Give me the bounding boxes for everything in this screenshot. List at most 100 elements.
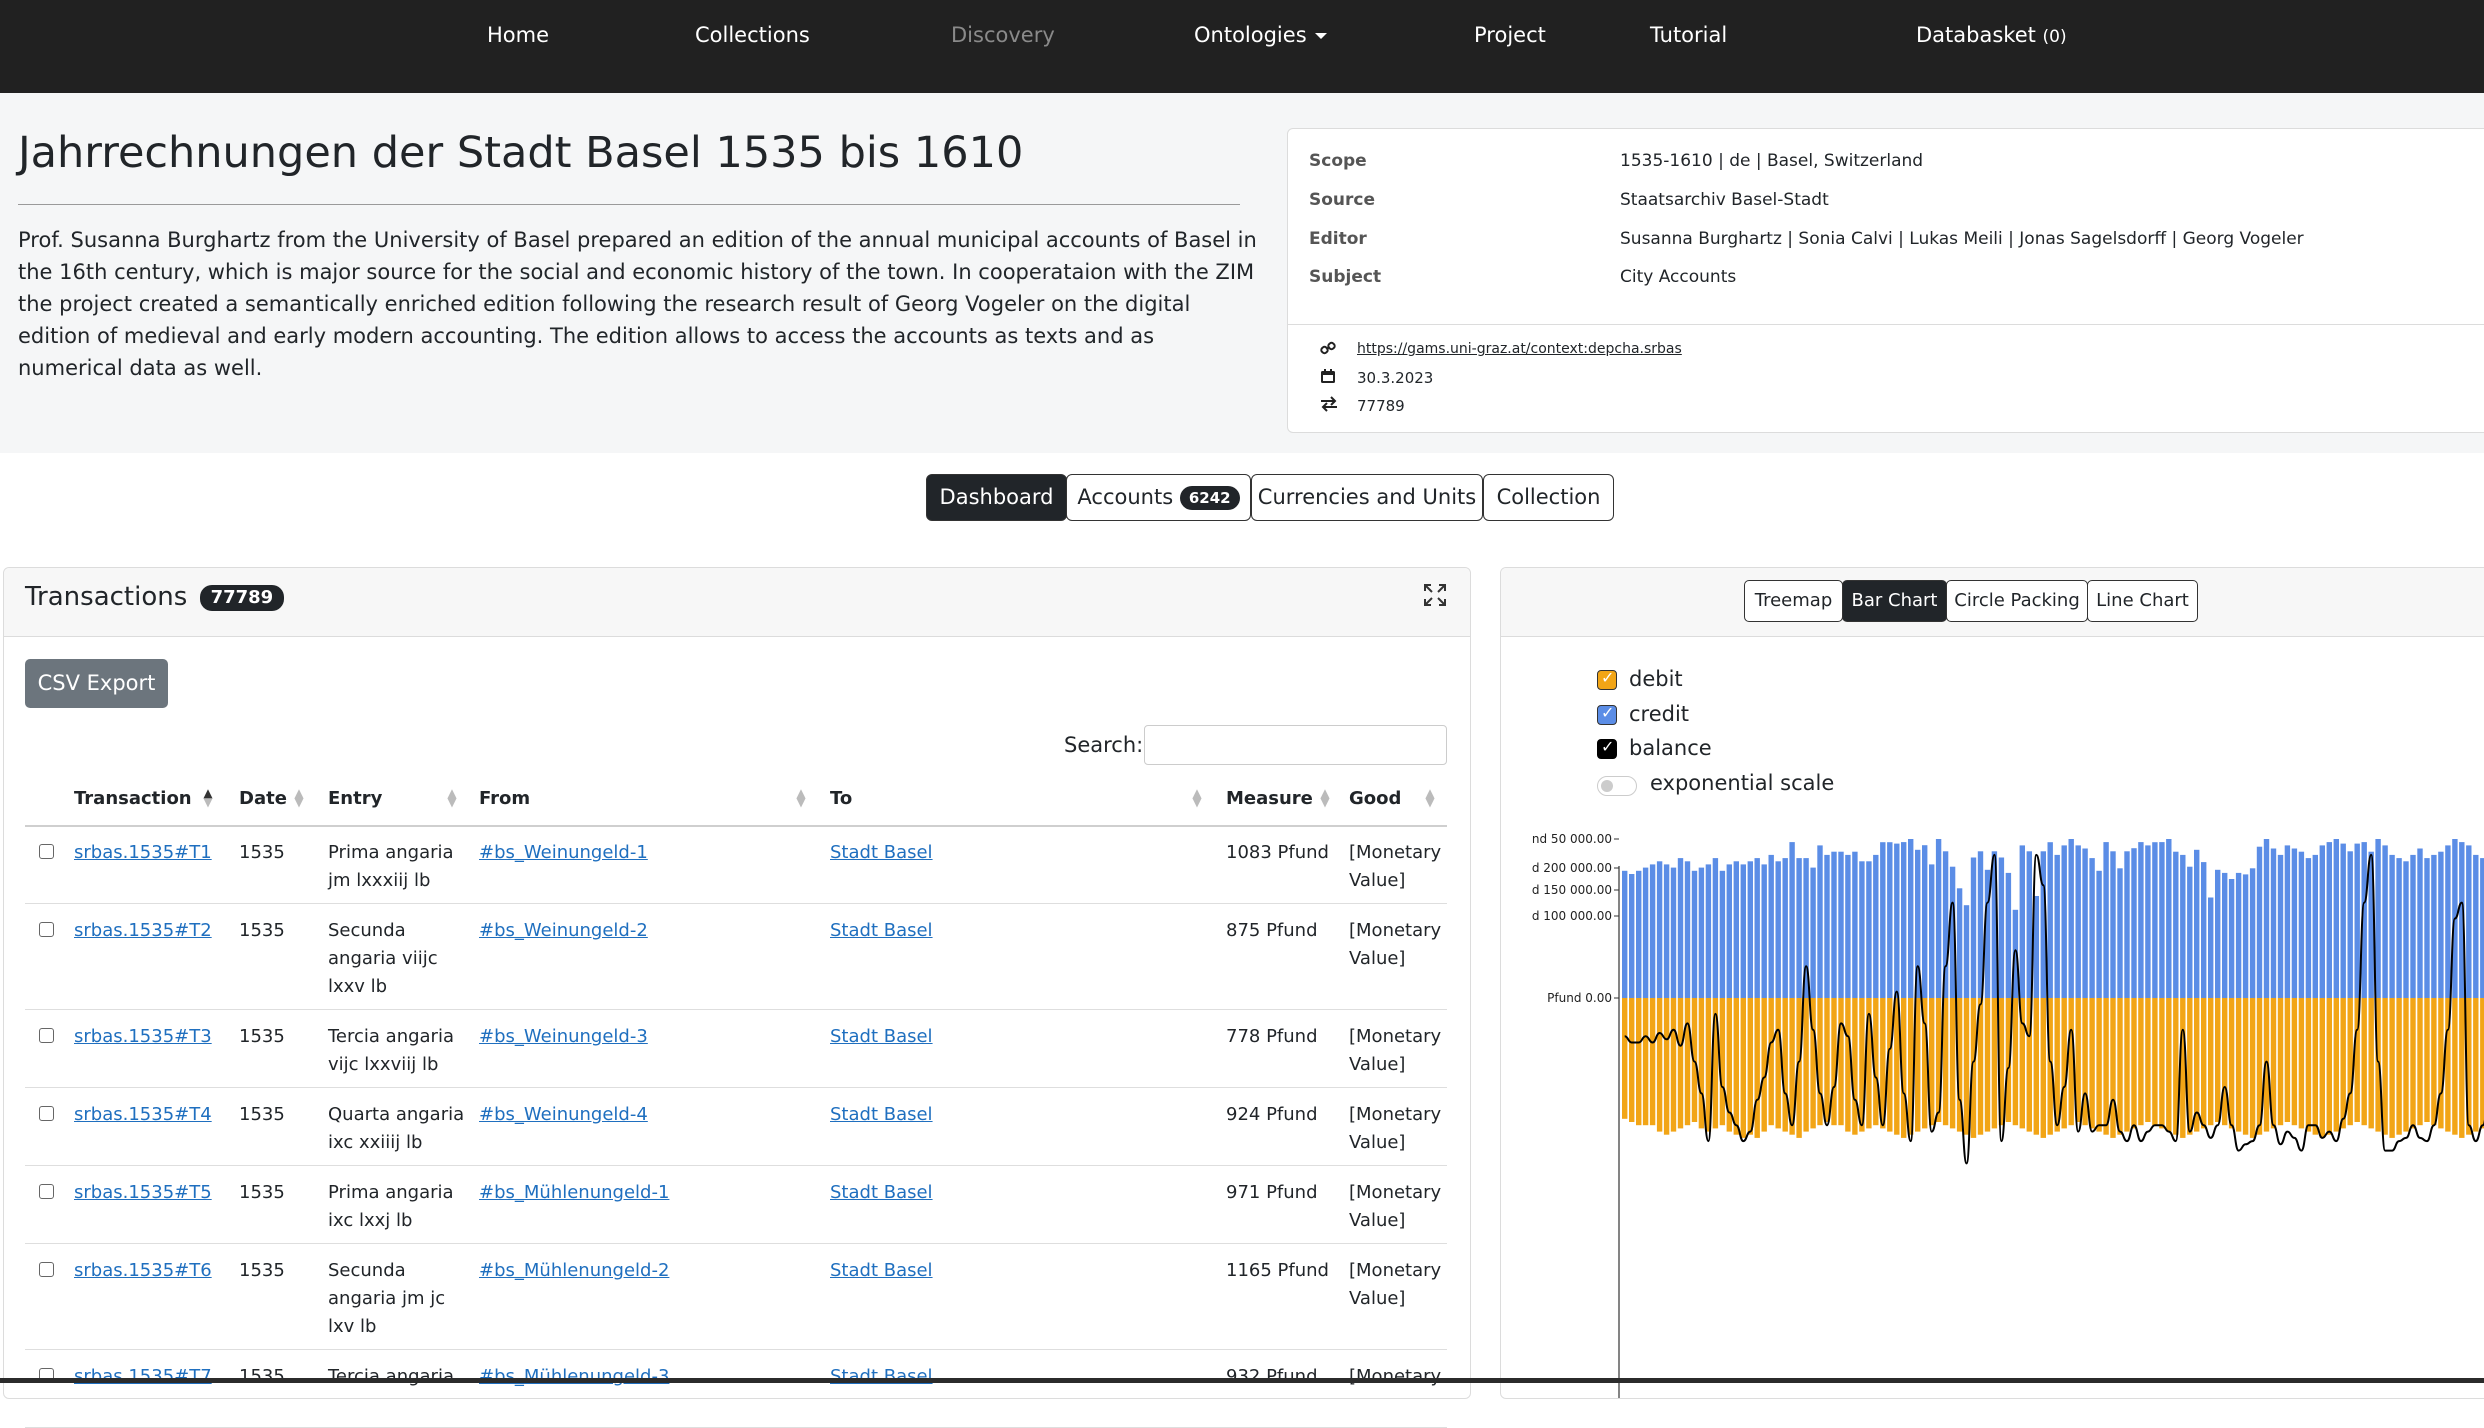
credit-bar [2235,872,2242,998]
debit-bar [1642,998,1649,1126]
date-value: 30.3.2023 [1357,369,1434,387]
credit-bar [1859,861,1865,998]
tab-currencies-units[interactable]: Currencies and Units [1251,474,1483,521]
tab-accounts[interactable]: Accounts 6242 [1066,474,1251,521]
row-checkbox[interactable] [39,844,54,859]
tab-collection[interactable]: Collection [1483,474,1614,521]
sort-icon[interactable]: ▲ ▼ [294,787,304,808]
entry-cell: Secunda angaria viijc lxxv lb [328,920,438,997]
from-account-link[interactable]: #bs_Weinungeld-2 [479,917,779,945]
row-checkbox[interactable] [39,1028,54,1043]
sort-icon[interactable]: ▲ ▼ [203,787,213,808]
column-header-to[interactable]: To [830,788,852,809]
transaction-id-link[interactable]: srbas.1535#T2 [74,917,224,945]
to-account-link[interactable]: Stadt Basel [830,1101,1130,1129]
to-account-link[interactable]: Stadt Basel [830,1363,1130,1391]
credit-checkbox[interactable] [1597,703,1617,725]
nav-collections[interactable]: Collections [695,0,810,70]
table-row: srbas.1535#T7 1535 Tercia angaria #bs_Mühle… [25,1349,1447,1428]
tab-dashboard[interactable]: Dashboard [926,474,1067,521]
nav-project[interactable]: Project [1474,0,1546,70]
from-account-link[interactable]: #bs_Weinungeld-3 [479,1023,779,1051]
debit-bar [2284,998,2291,1122]
debit-bar [2124,998,2130,1132]
column-header-good[interactable]: Good [1349,788,1401,809]
csv-export-button[interactable]: CSV Export [25,659,168,708]
good-cell: [Monetary [1349,1366,1442,1387]
credit-bar [1726,864,1732,998]
credit-bar [1873,854,1879,998]
chart-tab-bar-chart[interactable]: Bar Chart [1842,580,1947,622]
column-header-entry[interactable]: Entry [328,788,382,809]
good-cell: [Monetary Value] [1349,1104,1442,1153]
column-header-measure[interactable]: Measure [1226,788,1313,809]
credit-bar [2215,869,2221,998]
transaction-id-link[interactable]: srbas.1535#T6 [74,1257,224,1285]
date-cell: 1535 [239,1182,285,1203]
row-checkbox[interactable] [39,922,54,937]
credit-bar [2103,842,2109,998]
nav-home[interactable]: Home [487,0,549,70]
debit-checkbox[interactable] [1597,668,1617,690]
legend-credit[interactable]: credit [1597,702,1689,726]
sort-icon[interactable]: ▲ ▼ [1425,787,1435,808]
debit-bar [1622,998,1628,1119]
sort-icon[interactable]: ▲ ▼ [796,787,806,808]
legend-debit-label: debit [1629,667,1683,691]
good-cell: [Monetary Value] [1349,920,1442,969]
from-account-link[interactable]: #bs_Weinungeld-1 [479,839,779,867]
transaction-id-link[interactable]: srbas.1535#T1 [74,839,224,867]
nav-databasket[interactable]: Databasket (0) [1916,0,2067,70]
debit-bar [2166,998,2172,1132]
nav-ontologies-dropdown[interactable]: Ontologies [1194,0,1327,70]
to-account-link[interactable]: Stadt Basel [830,917,1130,945]
nav-tutorial[interactable]: Tutorial [1650,0,1727,70]
to-account-link[interactable]: Stadt Basel [830,1179,1130,1207]
from-account-link[interactable]: #bs_Mühlenungeld-1 [479,1179,779,1207]
legend-debit[interactable]: debit [1597,667,1683,691]
chart-tab-circle-packing[interactable]: Circle Packing [1946,580,2088,622]
expand-icon[interactable] [1422,582,1448,608]
debit-bar [2012,998,2019,1126]
row-checkbox[interactable] [39,1184,54,1199]
to-account-link[interactable]: Stadt Basel [830,1023,1130,1051]
y-tick-label: nd 50 000.00 [1532,832,1612,846]
transaction-id-link[interactable]: srbas.1535#T7 [74,1363,224,1391]
from-account-link[interactable]: #bs_Mühlenungeld-3 [479,1363,779,1391]
credit-bar [1838,851,1844,998]
chart-tab-treemap[interactable]: Treemap [1744,580,1843,622]
sort-icon[interactable]: ▲ ▼ [1320,787,1330,808]
sort-icon[interactable]: ▲ ▼ [1192,787,1202,808]
measure-cell: 875 Pfund [1226,920,1318,941]
debit-bar [1733,998,1739,1135]
transaction-id-link[interactable]: srbas.1535#T5 [74,1179,224,1207]
search-input[interactable] [1144,725,1447,765]
to-account-link[interactable]: Stadt Basel [830,839,1130,867]
credit-bar [1998,857,2005,998]
exchange-arrows-icon [1320,396,1338,416]
credit-bar [2466,845,2472,998]
transaction-id-link[interactable]: srbas.1535#T4 [74,1101,224,1129]
credit-bar [1935,839,1942,998]
from-account-link[interactable]: #bs_Weinungeld-4 [479,1101,779,1129]
from-account-link[interactable]: #bs_Mühlenungeld-2 [479,1257,779,1285]
credit-bar [2333,839,2339,998]
debit-bar [2480,998,2484,1129]
credit-bar [2480,858,2484,998]
collection-url-link[interactable]: https://gams.uni-graz.at/context:depcha.… [1357,341,1682,357]
scope-value: 1535-1610 | de | Basel, Switzerland [1620,151,1924,171]
row-checkbox[interactable] [39,1262,54,1277]
column-header-transaction[interactable]: Transaction [74,788,192,809]
sort-icon[interactable]: ▲ ▼ [447,787,457,808]
credit-bar [2242,874,2249,998]
credit-bar [1782,858,1788,998]
debit-bar [2159,998,2165,1129]
credit-bar [2187,866,2193,998]
to-account-link[interactable]: Stadt Basel [830,1257,1130,1285]
transaction-id-link[interactable]: srbas.1535#T3 [74,1023,224,1051]
chart-tab-line-chart[interactable]: Line Chart [2087,580,2198,622]
column-header-from[interactable]: From [479,788,530,809]
entry-cell: Secunda angaria jm jc lxv lb [328,1260,446,1337]
row-checkbox[interactable] [39,1106,54,1121]
column-header-date[interactable]: Date [239,788,287,809]
